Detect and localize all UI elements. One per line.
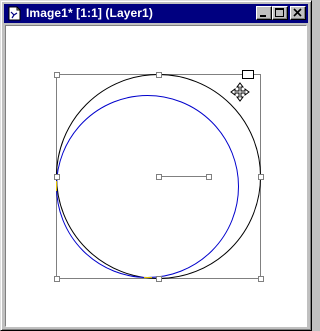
maximize-button[interactable] [272, 6, 288, 20]
handle-top-middle[interactable] [156, 72, 162, 78]
minimize-button[interactable] [256, 6, 272, 20]
handle-bottom-middle[interactable] [156, 276, 162, 282]
image-window: Image1* [1:1] (Layer1) [0, 0, 312, 331]
handle-center[interactable] [156, 174, 162, 180]
handle-middle-right[interactable] [258, 174, 264, 180]
handle-radius[interactable] [206, 174, 212, 180]
image-canvas[interactable] [5, 25, 307, 327]
handle-bottom-right[interactable] [258, 276, 264, 282]
maximize-icon [275, 8, 284, 17]
handle-top-right[interactable] [242, 70, 254, 79]
inner-circle[interactable] [56, 95, 239, 278]
window-title: Image1* [1:1] (Layer1) [26, 6, 153, 20]
document-icon[interactable] [7, 6, 22, 21]
title-bar[interactable]: Image1* [1:1] (Layer1) [4, 4, 308, 23]
minimize-icon [260, 15, 266, 17]
canvas-drawing[interactable] [6, 26, 306, 326]
close-button[interactable] [290, 6, 306, 20]
handle-top-left[interactable] [54, 72, 60, 78]
handle-bottom-left[interactable] [54, 276, 60, 282]
move-cursor-icon [230, 82, 250, 102]
close-icon [293, 8, 302, 17]
handle-middle-left[interactable] [54, 174, 60, 180]
